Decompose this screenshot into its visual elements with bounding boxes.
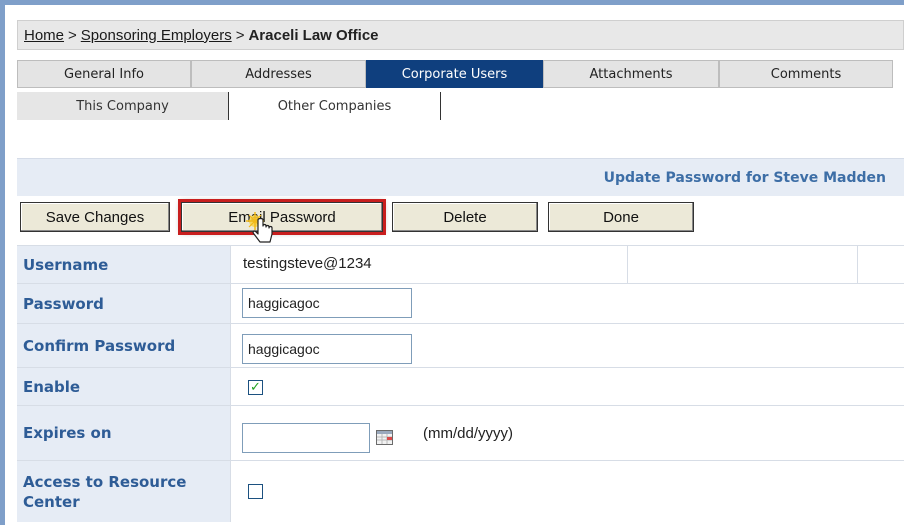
email-password-button[interactable]: Email Password xyxy=(178,199,386,235)
tab-corporate-users[interactable]: Corporate Users xyxy=(366,60,543,88)
expires-on-input[interactable] xyxy=(242,423,370,453)
enable-label: Enable xyxy=(17,368,231,405)
expires-on-value-cell: (mm/dd/yyyy) xyxy=(231,406,904,460)
window-frame-top xyxy=(0,0,904,5)
tab-attachments[interactable]: Attachments xyxy=(543,60,719,88)
confirm-password-row: Confirm Password xyxy=(17,323,904,367)
resource-center-label: Access to Resource Center xyxy=(17,461,231,522)
password-input[interactable] xyxy=(242,288,412,318)
section-title: Update Password for Steve Madden xyxy=(17,158,904,196)
breadcrumb-sponsoring-employers-link[interactable]: Sponsoring Employers xyxy=(81,27,232,44)
tab-addresses[interactable]: Addresses xyxy=(191,60,366,88)
enable-checkbox[interactable]: ✓ xyxy=(248,380,263,395)
confirm-password-label: Confirm Password xyxy=(17,324,231,367)
password-label: Password xyxy=(17,284,231,323)
breadcrumb-home-link[interactable]: Home xyxy=(24,27,64,44)
done-button[interactable]: Done xyxy=(548,202,694,232)
checkmark-icon: ✓ xyxy=(250,380,261,395)
calendar-icon[interactable] xyxy=(376,429,393,445)
section-title-text: Update Password for Steve Madden xyxy=(603,169,886,186)
breadcrumb-separator: > xyxy=(68,26,77,44)
username-value: testingsteve@1234 xyxy=(243,255,372,272)
confirm-password-input[interactable] xyxy=(242,334,412,364)
delete-button[interactable]: Delete xyxy=(392,202,538,232)
tab-comments[interactable]: Comments xyxy=(719,60,893,88)
password-value-cell xyxy=(231,284,904,323)
subtab-this-company[interactable]: This Company xyxy=(17,92,229,120)
subtab-bar: This Company Other Companies xyxy=(17,92,441,120)
resource-center-checkbox[interactable] xyxy=(248,484,263,499)
expires-on-label: Expires on xyxy=(17,406,231,460)
enable-row: Enable ✓ xyxy=(17,367,904,405)
window-frame-left xyxy=(0,0,5,525)
resource-center-row: Access to Resource Center xyxy=(17,460,904,522)
breadcrumb: Home > Sponsoring Employers > Araceli La… xyxy=(17,20,904,50)
tab-general-info[interactable]: General Info xyxy=(17,60,191,88)
resource-center-value-cell xyxy=(231,461,904,522)
username-value-cell: testingsteve@1234 xyxy=(231,246,904,283)
subtab-other-companies[interactable]: Other Companies xyxy=(229,92,441,120)
enable-value-cell: ✓ xyxy=(231,368,904,405)
breadcrumb-current: Araceli Law Office xyxy=(248,26,379,44)
password-row: Password xyxy=(17,283,904,323)
username-empty-cell xyxy=(627,246,857,283)
username-label: Username xyxy=(17,246,231,283)
username-row: Username testingsteve@1234 xyxy=(17,245,904,283)
save-changes-button[interactable]: Save Changes xyxy=(20,202,170,232)
date-format-hint: (mm/dd/yyyy) xyxy=(423,425,513,442)
breadcrumb-separator: > xyxy=(235,26,245,44)
confirm-password-value-cell xyxy=(231,324,904,367)
username-empty-cell xyxy=(857,246,904,283)
expires-on-row: Expires on (mm/dd/yyyy) xyxy=(17,405,904,460)
tab-bar: General Info Addresses Corporate Users A… xyxy=(17,60,893,88)
hand-cursor-icon xyxy=(246,212,273,243)
